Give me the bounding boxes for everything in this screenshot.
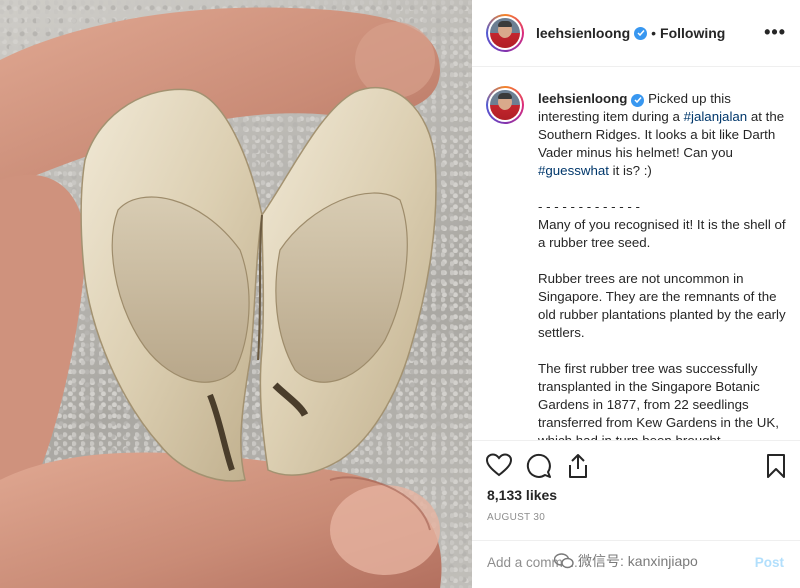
heart-icon[interactable]: [485, 453, 513, 482]
watermark-text: 微信号: kanxinjiapo: [578, 553, 698, 569]
like-count[interactable]: 8,133 likes: [487, 487, 557, 503]
caption-story-ring[interactable]: [486, 86, 524, 124]
bookmark-icon[interactable]: [766, 453, 786, 484]
post-header: leehsienloong • Following •••: [472, 0, 800, 67]
comment-icon[interactable]: [526, 453, 552, 484]
header-username[interactable]: leehsienloong: [536, 25, 630, 41]
caption-paragraph-2: Many of you recognised it! It is the she…: [538, 217, 786, 250]
avatar[interactable]: [490, 18, 520, 48]
post-details-panel: leehsienloong • Following ••• leehsienlo…: [472, 0, 800, 588]
watermark: 微信号: kanxinjiapo: [553, 551, 698, 571]
caption-divider: - - - - - - - - - - - - -: [538, 199, 640, 214]
action-bar: 8,133 likes AUGUST 30: [472, 440, 800, 540]
caption-username[interactable]: leehsienloong: [538, 91, 627, 106]
hashtag-guesswhat[interactable]: #guesswhat: [538, 163, 609, 178]
share-icon[interactable]: [566, 453, 590, 484]
post-photo[interactable]: [0, 0, 472, 588]
more-options-icon[interactable]: •••: [764, 22, 786, 43]
seed-shell-photo: [0, 7, 442, 588]
caption-paragraph-4: The first rubber tree was successfully t…: [538, 361, 779, 440]
story-ring[interactable]: [486, 14, 524, 52]
following-button[interactable]: Following: [660, 25, 725, 41]
comments-scroll-area[interactable]: leehsienloong Picked up this interesting…: [472, 68, 800, 440]
caption-verified-badge-icon: [631, 93, 645, 107]
separator-dot: •: [651, 25, 657, 41]
add-comment-bar: Add a comme... 微信号: kanxinjiapo Post: [472, 540, 800, 588]
caption-avatar[interactable]: [490, 90, 520, 120]
verified-badge-icon: [634, 26, 648, 40]
caption-paragraph-3: Rubber trees are not uncommon in Singapo…: [538, 271, 786, 340]
post-date: AUGUST 30: [487, 512, 546, 523]
post-caption: leehsienloong Picked up this interesting…: [538, 90, 786, 440]
post-comment-button[interactable]: Post: [755, 555, 784, 570]
wechat-icon: [553, 553, 574, 569]
caption-text-end: it is? :): [608, 163, 652, 178]
hashtag-jalanjalan[interactable]: #jalanjalan: [684, 109, 748, 124]
